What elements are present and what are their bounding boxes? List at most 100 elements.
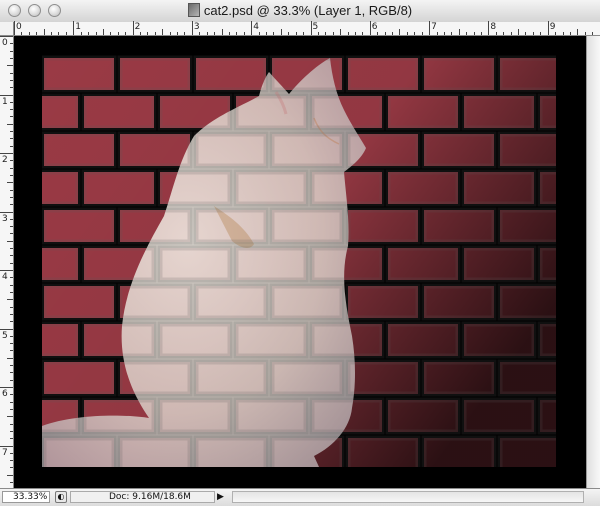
ruler-minor-tick: [7, 299, 13, 301]
ruler-v-label: 4: [2, 272, 8, 282]
brick: [14, 438, 38, 470]
ruler-minor-tick: [95, 32, 97, 35]
ruler-major-tick: [251, 21, 253, 35]
ruler-minor-tick: [466, 32, 468, 35]
ruler-minor-tick: [532, 32, 534, 35]
ruler-minor-tick: [451, 32, 453, 35]
ruler-minor-tick: [10, 196, 13, 198]
ruler-minor-tick: [10, 72, 13, 74]
brick-ghost: [576, 210, 586, 242]
ruler-minor-tick: [184, 32, 186, 35]
ruler-major-tick: [0, 94, 13, 96]
ruler-major-tick: [14, 21, 15, 35]
ruler-minor-tick: [147, 32, 149, 35]
ruler-minor-tick: [10, 43, 13, 45]
ruler-minor-tick: [162, 29, 164, 35]
ruler-minor-tick: [10, 350, 13, 352]
ruler-v-label: 6: [2, 389, 8, 399]
ruler-minor-tick: [65, 32, 67, 35]
brick: [14, 286, 38, 318]
ruler-minor-tick: [10, 226, 13, 228]
ruler-v-label: 5: [2, 330, 8, 341]
ruler-minor-tick: [117, 32, 119, 35]
ruler-minor-tick: [495, 32, 497, 35]
brick-ghost: [576, 134, 586, 166]
ruler-minor-tick: [10, 394, 13, 396]
ruler-minor-tick: [10, 284, 13, 286]
ruler-minor-tick: [406, 32, 408, 35]
brick: [576, 438, 586, 470]
ruler-v-label: 7: [2, 447, 8, 458]
ruler-minor-tick: [154, 32, 156, 35]
ruler-minor-tick: [354, 32, 356, 35]
ruler-minor-tick: [10, 277, 13, 279]
brick: [14, 210, 38, 242]
ruler-minor-tick: [510, 32, 512, 35]
ruler-minor-tick: [332, 32, 334, 35]
title-bar[interactable]: cat2.psd @ 33.3% (Layer 1, RGB/8): [0, 0, 600, 23]
ruler-minor-tick: [10, 372, 13, 374]
zoom-level-field[interactable]: 33.33%: [2, 491, 50, 503]
ruler-minor-tick: [10, 460, 13, 462]
ruler-minor-tick: [21, 32, 23, 35]
ruler-minor-tick: [10, 145, 13, 147]
ruler-minor-tick: [10, 430, 13, 432]
window-title-container: cat2.psd @ 33.3% (Layer 1, RGB/8): [0, 3, 600, 18]
brick-ghost: [14, 438, 38, 470]
brick: [576, 58, 586, 90]
status-info-icon[interactable]: ◐: [55, 491, 67, 503]
ruler-minor-tick: [10, 167, 13, 169]
ruler-minor-tick: [10, 452, 13, 454]
photoshop-document-window: cat2.psd @ 33.3% (Layer 1, RGB/8) 0 1 2 3 4 5…: [0, 0, 600, 506]
ruler-minor-tick: [88, 32, 90, 35]
ruler-major-tick: [73, 21, 75, 35]
ruler-minor-tick: [10, 343, 13, 345]
brick-ghost: [14, 134, 38, 166]
ruler-minor-tick: [584, 32, 586, 35]
ruler-h-label: 2: [134, 22, 141, 32]
ruler-minor-tick: [503, 32, 505, 35]
ruler-minor-tick: [540, 32, 542, 35]
window-title: cat2.psd @ 33.3% (Layer 1, RGB/8): [203, 3, 413, 18]
ruler-h-label: 8: [490, 22, 497, 32]
ruler-origin[interactable]: [0, 22, 14, 36]
ruler-minor-tick: [303, 32, 305, 35]
ruler-h-label: 0: [16, 22, 22, 32]
brick: [14, 58, 38, 90]
ruler-minor-tick: [10, 233, 13, 235]
ruler-major-tick: [0, 387, 13, 388]
brick: [576, 210, 586, 242]
brick-ghost: [576, 286, 586, 318]
ruler-minor-tick: [125, 32, 127, 35]
ruler-major-tick: [369, 21, 371, 35]
vertical-ruler[interactable]: 0 1 2 3 4 5 6 7: [0, 36, 14, 498]
document-canvas[interactable]: [14, 36, 586, 488]
ruler-minor-tick: [221, 29, 223, 35]
ruler-minor-tick: [7, 474, 13, 476]
ruler-minor-tick: [10, 313, 13, 315]
horizontal-scrollbar[interactable]: [232, 491, 584, 503]
ruler-minor-tick: [28, 32, 30, 35]
ruler-minor-tick: [562, 32, 564, 35]
ruler-minor-tick: [10, 87, 13, 89]
ruler-minor-tick: [10, 109, 13, 111]
ruler-minor-tick: [10, 79, 13, 81]
ruler-minor-tick: [473, 32, 475, 35]
ruler-minor-tick: [399, 29, 401, 35]
ruler-minor-tick: [10, 174, 13, 176]
status-menu-arrow-icon[interactable]: ▶: [217, 492, 226, 502]
ruler-minor-tick: [10, 262, 13, 264]
vertical-scrollbar[interactable]: [586, 36, 600, 488]
brick-ghost: [14, 210, 38, 242]
ruler-minor-tick: [199, 32, 201, 35]
ruler-minor-tick: [577, 29, 579, 35]
ruler-minor-tick: [10, 160, 13, 162]
brick-ghost: [14, 286, 38, 318]
ruler-minor-tick: [228, 32, 230, 35]
ruler-minor-tick: [10, 321, 13, 323]
horizontal-ruler[interactable]: 0 1 2 3 4 5 6 7 8 9: [14, 21, 600, 36]
ruler-minor-tick: [36, 32, 38, 35]
ruler-h-label: 5: [312, 22, 319, 32]
ruler-minor-tick: [7, 182, 13, 184]
brick-ghost: [14, 58, 38, 90]
